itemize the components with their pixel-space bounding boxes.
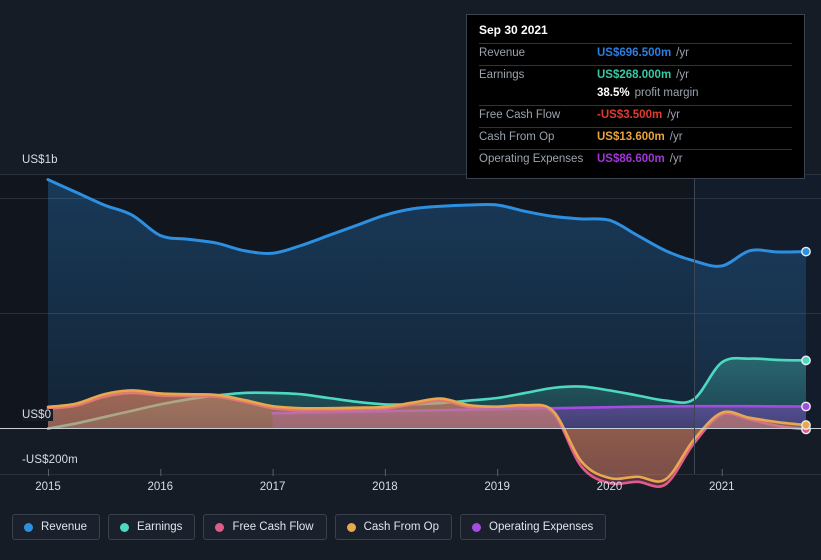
legend-item-free-cash-flow[interactable]: Free Cash Flow — [203, 514, 327, 540]
legend-color-dot-icon — [215, 522, 225, 532]
tooltip-row: 38.5% profit margin — [479, 87, 792, 105]
financial-chart-app: US$1b US$0 -US$200m 2015 2016 2017 2018 2019… — [0, 0, 821, 560]
tooltip-row-unit: /yr — [669, 153, 683, 165]
endpoint-marker-cash-from-op[interactable] — [801, 420, 811, 430]
legend-color-dot-icon — [346, 522, 356, 532]
tooltip-row: Free Cash Flow -US$3.500m/yr — [479, 105, 792, 127]
tooltip-row-label: Revenue — [479, 47, 526, 59]
y-axis-label-zero: US$0 — [22, 409, 54, 421]
tooltip-row-value: US$13.600m — [597, 131, 665, 143]
tooltip-row-value: -US$3.500m — [597, 109, 663, 121]
x-axis-tick-2016: 2016 — [147, 481, 174, 493]
y-axis-label-negative: -US$200m — [22, 454, 78, 466]
tooltip-row-value: US$86.600m — [597, 153, 665, 165]
tooltip-row-unit: /yr — [669, 131, 683, 143]
tooltip-row: Revenue US$696.500m/yr — [479, 43, 792, 65]
legend-item-label: Operating Expenses — [489, 521, 594, 533]
tooltip-row-label: Earnings — [479, 69, 525, 81]
tooltip-row-value: US$696.500m — [597, 47, 672, 59]
x-axis-tick-2020: 2020 — [596, 481, 623, 493]
legend-item-cash-from-op[interactable]: Cash From Op — [334, 514, 453, 540]
tooltip-row-label: Operating Expenses — [479, 153, 584, 165]
tooltip-row-value: 38.5% — [597, 87, 630, 99]
legend-item-operating-expenses[interactable]: Operating Expenses — [460, 514, 607, 540]
legend-item-label: Earnings — [137, 521, 183, 533]
tooltip-row-label: Cash From Op — [479, 131, 555, 143]
legend-item-revenue[interactable]: Revenue — [12, 514, 101, 540]
legend-item-label: Cash From Op — [363, 521, 440, 533]
x-axis-tick-2019: 2019 — [484, 481, 510, 493]
x-axis-tick-2017: 2017 — [259, 481, 286, 493]
y-axis-label-top: US$1b — [22, 154, 58, 166]
endpoint-marker-earnings[interactable] — [801, 355, 811, 366]
legend-item-earnings[interactable]: Earnings — [108, 514, 196, 540]
x-axis-tick-2015: 2015 — [35, 481, 61, 493]
legend-color-dot-icon — [24, 522, 33, 532]
data-tooltip: Sep 30 2021 Revenue US$696.500m/yr Earning… — [466, 14, 805, 179]
tooltip-row: Cash From Op US$13.600m/yr — [479, 127, 792, 149]
tooltip-row-label: Free Cash Flow — [479, 109, 561, 121]
legend-item-label: Revenue — [41, 521, 88, 533]
chart-legend: Revenue Earnings Free Cash Flow Cash From O… — [12, 514, 607, 540]
tooltip-row: Earnings US$268.000m/yr — [479, 65, 792, 87]
tooltip-row-value: US$268.000m — [597, 69, 672, 81]
endpoint-marker-revenue[interactable] — [801, 246, 811, 257]
tooltip-date: Sep 30 2021 — [479, 23, 548, 37]
legend-color-dot-icon — [472, 522, 482, 532]
x-axis-tick-2018: 2018 — [372, 481, 398, 493]
x-axis-tick-2021: 2021 — [708, 481, 735, 493]
tooltip-row-unit: /yr — [676, 69, 689, 81]
endpoint-marker-operating-expenses[interactable] — [801, 401, 811, 412]
tooltip-row-unit: profit margin — [634, 87, 699, 99]
legend-color-dot-icon — [120, 522, 130, 532]
tooltip-row-unit: /yr — [676, 47, 689, 59]
tooltip-row-unit: /yr — [667, 109, 680, 121]
legend-item-label: Free Cash Flow — [232, 521, 314, 533]
tooltip-row: Operating Expenses US$86.600m/yr — [479, 149, 792, 171]
tooltip-rows: Revenue US$696.500m/yr Earnings US$268.000m… — [479, 43, 792, 171]
